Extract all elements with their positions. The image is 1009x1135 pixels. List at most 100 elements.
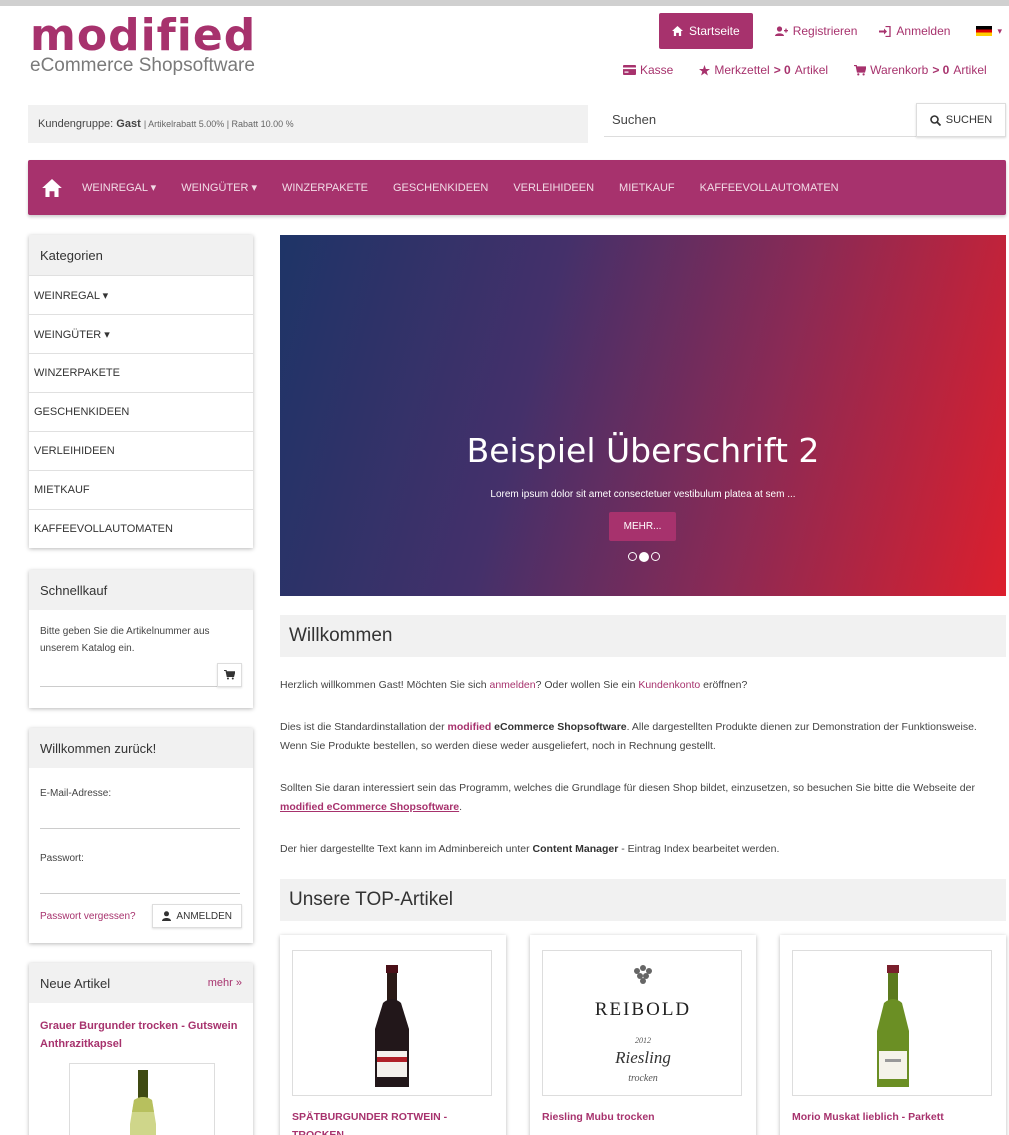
menu-item-verleihideen[interactable]: VERLEIHIDEEN [513, 182, 594, 194]
checkout-icon [623, 65, 636, 75]
add-user-icon [774, 26, 788, 36]
wishlist-unit: Artikel [794, 63, 829, 77]
cart-count: > 0 [932, 63, 950, 77]
menu-item-winzerpakete[interactable]: WINZERPAKETE [282, 182, 368, 194]
language-selector[interactable]: ▾ [976, 26, 1002, 37]
welcome-text: Herzlich willkommen Gast! Möchten Sie si… [280, 679, 490, 691]
label-wine-text: Riesling [614, 1048, 671, 1067]
welcome-text: Der hier dargestellte Text kann im Admin… [280, 843, 533, 855]
login-inline-link[interactable]: anmelden [489, 679, 535, 691]
menu-item-weingueter[interactable]: WEINGÜTER ▾ [181, 181, 257, 194]
product-name-link[interactable]: Morio Muskat lieblich - Parkett [792, 1108, 992, 1126]
new-article-title-link[interactable]: Grauer Burgunder trocken - Gutswein Anth… [29, 1003, 253, 1053]
welcome-paragraph-1: Herzlich willkommen Gast! Möchten Sie si… [280, 676, 1006, 695]
search-input[interactable] [604, 103, 916, 137]
welcome-paragraph-2: Dies ist die Standardinstallation der mo… [280, 718, 1006, 756]
cart-icon [854, 64, 867, 75]
slider-dot-1[interactable] [628, 552, 637, 561]
product-image[interactable] [292, 950, 492, 1096]
new-articles-box: Neue Artikel mehr » Grauer Burgunder tro… [29, 963, 253, 1135]
product-name-link[interactable]: Riesling Mubu trocken [542, 1108, 742, 1126]
customer-group-label: Kundengruppe: [38, 118, 114, 130]
customer-group-discounts: | Artikelrabatt 5.00% | Rabatt 10.00 % [143, 119, 294, 129]
caret-down-icon: ▾ [997, 25, 1002, 36]
menu-home-link[interactable] [42, 178, 62, 198]
wishlist-label: Merkzettel [714, 63, 770, 77]
welcome-text: . [459, 801, 463, 813]
hero-more-button[interactable]: MEHR... [609, 512, 676, 541]
email-field[interactable] [40, 805, 240, 829]
logo[interactable]: modified eCommerce Shopsoftware [30, 14, 256, 76]
password-field[interactable] [40, 870, 240, 894]
checkout-link[interactable]: Kasse [623, 63, 673, 77]
menu-item-geschenkideen[interactable]: GESCHENKIDEEN [393, 182, 488, 194]
categories-box: Kategorien WEINREGAL ▾ WEINGÜTER ▾ WINZE… [29, 235, 253, 548]
category-item-mietkauf[interactable]: MIETKAUF [29, 470, 253, 509]
category-item-verleihideen[interactable]: VERLEIHIDEEN [29, 431, 253, 470]
welcome-text: Sollten Sie daran interessiert sein das … [280, 782, 975, 794]
quickbuy-title: Schnellkauf [29, 570, 253, 610]
hero-slider[interactable]: Beispiel Überschrift 2 Lorem ipsum dolor… [280, 235, 1006, 596]
logo-tagline: eCommerce Shopsoftware [30, 55, 255, 76]
home-button-label: Startseite [689, 24, 740, 38]
register-link[interactable]: Registrieren [774, 24, 858, 38]
top-articles-heading: Unsere TOP-Artikel [280, 879, 1006, 921]
german-flag-icon [976, 26, 993, 36]
slider-dot-3[interactable] [651, 552, 660, 561]
product-card-morio-muskat[interactable]: Morio Muskat lieblich - Parkett [780, 935, 1006, 1135]
home-button[interactable]: Startseite [659, 13, 753, 49]
more-link[interactable]: mehr » [208, 977, 242, 989]
customer-account-link[interactable]: Kundenkonto [638, 679, 700, 691]
customer-group-value: Gast [116, 118, 141, 130]
search-button[interactable]: SUCHEN [916, 103, 1006, 137]
product-image[interactable]: REIBOLD 2012 Riesling trocken [542, 950, 742, 1096]
product-card-riesling[interactable]: REIBOLD 2012 Riesling trocken Riesling M… [530, 935, 756, 1135]
cart-link[interactable]: Warenkorb > 0 Artikel [854, 63, 987, 77]
product-name-link[interactable]: SPÄTBURGUNDER ROTWEIN - TROCKEN [292, 1108, 492, 1135]
menu-item-weinregal[interactable]: WEINREGAL ▾ [82, 181, 156, 194]
user-icon [162, 911, 172, 921]
category-item-geschenkideen[interactable]: GESCHENKIDEEN [29, 392, 253, 431]
welcome-text: Dies ist die Standardinstallation der [280, 721, 448, 733]
forgot-password-link[interactable]: Passwort vergessen? [40, 911, 136, 922]
password-label: Passwort: [40, 853, 84, 864]
menu-item-mietkauf[interactable]: MIETKAUF [619, 182, 675, 194]
shopsoftware-website-link[interactable]: modified eCommerce Shopsoftware [280, 801, 459, 813]
hero-title: Beispiel Überschrift 2 [466, 431, 820, 470]
quickbuy-cart-button[interactable] [217, 663, 242, 687]
search-icon [929, 114, 941, 126]
welcome-paragraph-4: Der hier dargestellte Text kann im Admin… [280, 840, 1006, 859]
article-number-input[interactable] [40, 663, 217, 687]
shopsoftware-link-text: modified eCommerce Shopsoftware [280, 801, 460, 813]
hero-subtitle: Lorem ipsum dolor sit amet consectetuer … [490, 489, 796, 500]
account-navigation: Kasse Merkzettel > 0 Artikel Warenkorb >… [623, 63, 987, 77]
category-item-weingueter[interactable]: WEINGÜTER ▾ [29, 314, 253, 353]
product-card-spaetburgunder[interactable]: SPÄTBURGUNDER ROTWEIN - TROCKEN [280, 935, 506, 1135]
new-articles-title: Neue Artikel [40, 975, 111, 991]
label-year-text: 2012 [635, 1036, 651, 1045]
red-wine-bottle-image [375, 965, 409, 1087]
email-label: E-Mail-Adresse: [40, 788, 112, 799]
login-button[interactable]: ANMELDEN [152, 904, 242, 928]
main-menu: WEINREGAL ▾ WEINGÜTER ▾ WINZERPAKETE GES… [28, 160, 1006, 215]
reibold-label-image: REIBOLD 2012 Riesling trocken [595, 965, 689, 1084]
categories-title: Kategorien [29, 235, 253, 275]
menu-item-kaffeevollautomaten[interactable]: KAFFEEVOLLAUTOMATEN [700, 182, 839, 194]
login-link[interactable]: Anmelden [879, 24, 950, 38]
slider-dot-2[interactable] [639, 551, 649, 562]
new-article-image[interactable] [69, 1063, 215, 1135]
category-item-kaffeevollautomaten[interactable]: KAFFEEVOLLAUTOMATEN [29, 509, 253, 548]
sign-in-icon [879, 25, 892, 37]
category-item-winzerpakete[interactable]: WINZERPAKETE [29, 353, 253, 392]
welcome-text: ? Oder wollen Sie ein [535, 679, 639, 691]
cart-label: Warenkorb [870, 63, 929, 77]
cart-unit: Artikel [953, 63, 987, 77]
welcome-text: eröffnen? [700, 679, 748, 691]
cart-icon [224, 670, 235, 680]
category-item-weinregal[interactable]: WEINREGAL ▾ [29, 275, 253, 314]
slider-dots [628, 551, 660, 562]
wishlist-link[interactable]: Merkzettel > 0 Artikel [699, 63, 828, 77]
product-image[interactable] [792, 950, 992, 1096]
register-label: Registrieren [792, 24, 858, 38]
login-title: Willkommen zurück! [29, 728, 253, 768]
